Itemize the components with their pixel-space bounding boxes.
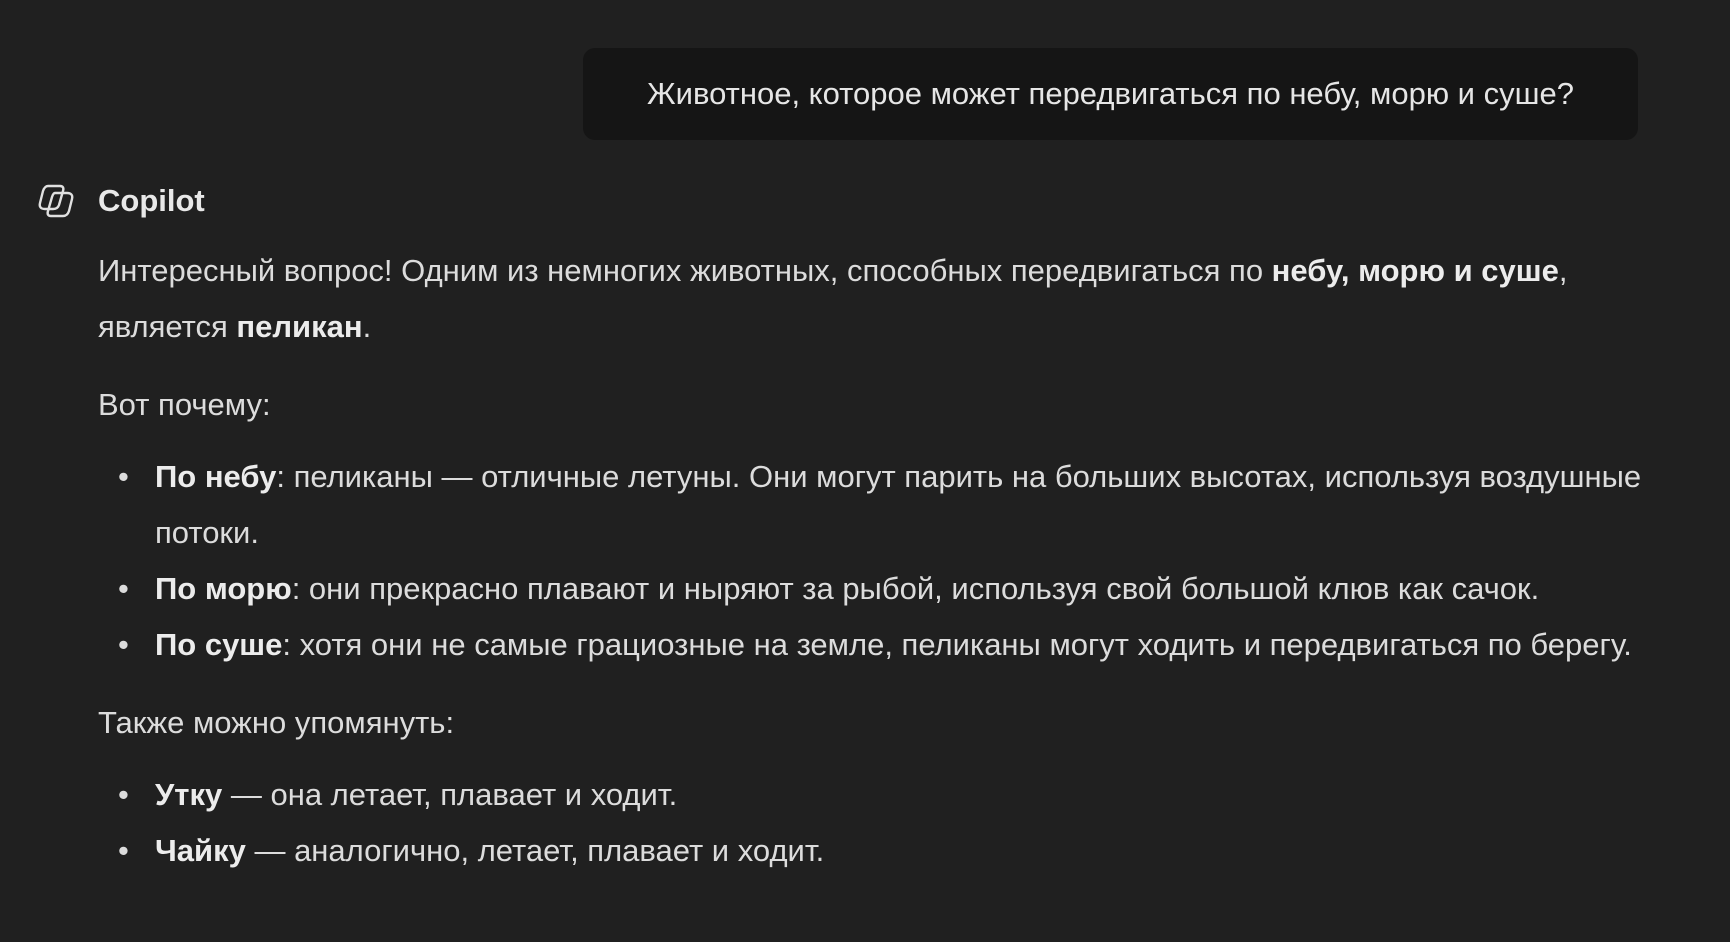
also-heading: Также можно упомянуть: (98, 705, 455, 740)
list-item-bold: Утку (155, 777, 223, 812)
list-item-text: — она летает, плавает и ходит. (222, 777, 678, 812)
intro-bold-1: небу, морю и суше (1271, 253, 1559, 288)
list-item-text: : они прекрасно плавают и ныряют за рыбо… (291, 571, 1540, 606)
list-item-text: — аналогично, летает, плавает и ходит. (245, 833, 825, 868)
also-list: Утку — она летает, плавает и ходит. Чайк… (98, 767, 1688, 879)
list-item-text: : хотя они не самые грациозные на земле,… (282, 627, 1632, 662)
assistant-header: Copilot (34, 178, 205, 224)
reasons-list: По небу: пеликаны — отличные летуны. Они… (98, 449, 1688, 673)
user-message-text: Животное, которое может передвигаться по… (647, 76, 1574, 111)
intro-text-1: Интересный вопрос! Одним из немногих жив… (98, 253, 1272, 288)
list-item-bold: Чайку (155, 833, 246, 868)
assistant-answer: Интересный вопрос! Одним из немногих жив… (98, 243, 1688, 901)
user-message-bubble: Животное, которое может передвигаться по… (583, 48, 1638, 140)
list-item-bold: По небу (155, 459, 277, 494)
why-heading: Вот почему: (98, 387, 271, 422)
list-item-bold: По морю (155, 571, 292, 606)
assistant-name: Copilot (98, 183, 205, 218)
list-item-bold: По суше (155, 627, 283, 662)
copilot-logo-icon (38, 184, 74, 218)
list-item: По небу: пеликаны — отличные летуны. Они… (98, 449, 1688, 561)
list-item: Утку — она летает, плавает и ходит. (98, 767, 1688, 823)
answer-intro: Интересный вопрос! Одним из немногих жив… (98, 243, 1688, 355)
list-item: По суше: хотя они не самые грациозные на… (98, 617, 1688, 673)
intro-text-3: . (362, 309, 372, 344)
list-item-text: : пеликаны — отличные летуны. Они могут … (155, 459, 1642, 550)
list-item: Чайку — аналогично, летает, плавает и хо… (98, 823, 1688, 879)
intro-bold-2: пеликан (236, 309, 363, 344)
list-item: По морю: они прекрасно плавают и ныряют … (98, 561, 1688, 617)
